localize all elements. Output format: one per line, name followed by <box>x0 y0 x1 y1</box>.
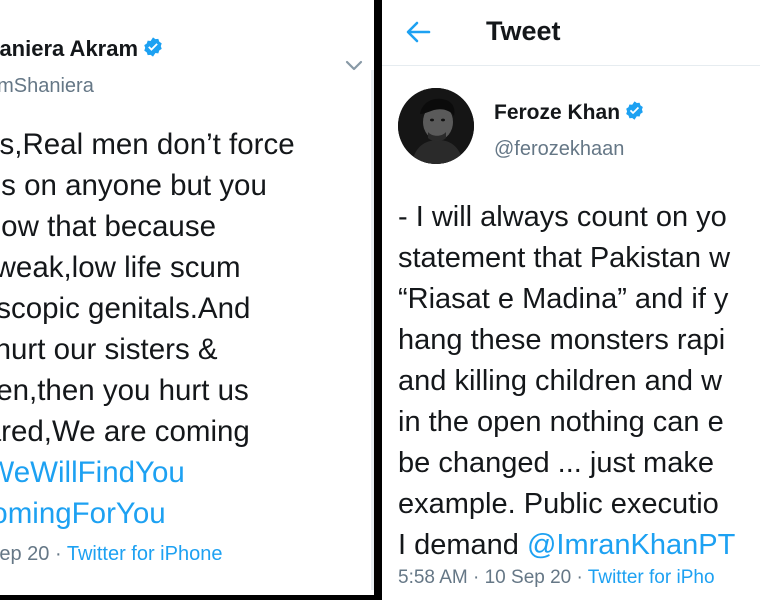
left-tweet-meta: Sep 20 · Twitter for iPhone <box>0 543 222 566</box>
tweet-time[interactable]: 5:58 AM <box>398 567 468 588</box>
hashtag-link[interactable]: #WeWillFindYou <box>0 452 374 493</box>
mention-link[interactable]: @ImranKhanPT <box>527 529 735 561</box>
avatar-image <box>398 88 474 164</box>
meta-separator: · <box>473 567 480 588</box>
tweet-line: cared,We are coming <box>0 415 250 448</box>
tweet-line: “Riasat e Madina” and if y <box>398 283 729 315</box>
tweet-line: I demand @ImranKhanPT <box>398 525 760 566</box>
left-tweet-panel: haniera Akram amShaniera ists,Real men d… <box>0 0 374 595</box>
meta-separator: · <box>576 567 583 588</box>
left-author-name[interactable]: haniera Akram <box>0 36 164 64</box>
tweet-line-prefix: I demand <box>398 529 527 561</box>
right-tweet-text: - I will always count on yo statement th… <box>398 197 760 566</box>
left-author-name-text[interactable]: haniera Akram <box>0 36 138 61</box>
right-tweet-meta: 5:58 AM · 10 Sep 20 · Twitter for iPho <box>398 567 715 589</box>
tweet-line: example. Public executio <box>398 488 719 520</box>
back-arrow-icon[interactable] <box>404 18 432 46</box>
left-tweet-header: haniera Akram amShaniera <box>0 20 374 100</box>
tweet-line: dren,then you hurt us <box>0 374 249 407</box>
hashtag-link[interactable]: ComingForYou <box>0 493 374 534</box>
left-author-handle[interactable]: amShaniera <box>0 75 94 98</box>
tweet-line: hang these monsters rapi <box>398 324 726 356</box>
tweet-line: ves on anyone but you <box>0 169 267 202</box>
tweet-line: in the open nothing can e <box>398 406 724 438</box>
chevron-down-icon[interactable] <box>344 58 364 74</box>
right-author-handle[interactable]: @ferozekhaan <box>494 138 624 161</box>
tweet-source-link[interactable]: Twitter for iPhone <box>67 543 223 565</box>
tweet-line: statement that Pakistan w <box>398 242 731 274</box>
right-author-name[interactable]: Feroze Khan <box>494 100 645 127</box>
tweet-line: be changed ... just make <box>398 447 714 479</box>
tweet-date[interactable]: Sep 20 <box>0 543 49 565</box>
tweet-line: know that because <box>0 210 216 243</box>
tweet-line: roscopic genitals.And <box>0 292 251 325</box>
tweet-topbar: Tweet <box>382 0 760 66</box>
verified-badge-icon <box>142 36 164 64</box>
page-title: Tweet <box>486 16 561 46</box>
tweet-line: ists,Real men don’t force <box>0 128 295 161</box>
tweet-line: and killing children and w <box>398 365 723 397</box>
meta-separator: · <box>54 543 62 565</box>
tweet-line: - I will always count on yo <box>398 201 727 233</box>
tweet-date[interactable]: 10 Sep 20 <box>485 567 572 588</box>
left-tweet-text: ists,Real men don’t force ves on anyone … <box>0 124 374 534</box>
tweet-line: u hurt our sisters & <box>0 333 218 366</box>
right-tweet-panel: Tweet Feroze Khan @ferozekhaan - I will … <box>382 0 760 600</box>
right-author-name-text[interactable]: Feroze Khan <box>494 101 620 124</box>
avatar[interactable] <box>398 88 474 164</box>
tweet-source-link[interactable]: Twitter for iPho <box>588 567 715 588</box>
tweet-line: e weak,low life scum <box>0 251 241 284</box>
verified-badge-icon <box>624 100 645 127</box>
